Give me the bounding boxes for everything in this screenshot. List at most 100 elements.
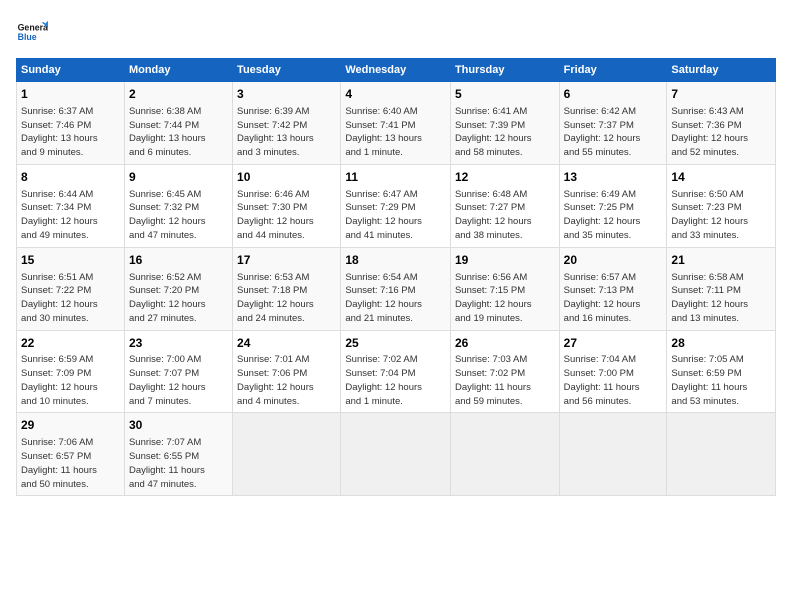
day-info: Sunrise: 6:50 AM Sunset: 7:23 PM Dayligh… [671, 188, 771, 243]
day-info: Sunrise: 7:07 AM Sunset: 6:55 PM Dayligh… [129, 436, 228, 491]
day-info: Sunrise: 6:40 AM Sunset: 7:41 PM Dayligh… [345, 105, 446, 160]
day-number: 19 [455, 252, 555, 269]
day-number: 17 [237, 252, 336, 269]
day-number: 3 [237, 86, 336, 103]
logo-icon: General Blue [16, 16, 48, 48]
day-info: Sunrise: 6:56 AM Sunset: 7:15 PM Dayligh… [455, 271, 555, 326]
calendar-cell: 26Sunrise: 7:03 AM Sunset: 7:02 PM Dayli… [450, 330, 559, 413]
calendar-cell: 16 Sunrise: 6:52 AM Sunset: 7:20 PM Dayli… [124, 247, 232, 330]
calendar-cell: 4 Sunrise: 6:40 AM Sunset: 7:41 PM Daylig… [341, 82, 451, 165]
calendar-cell: 24Sunrise: 7:01 AM Sunset: 7:06 PM Dayli… [233, 330, 341, 413]
column-header-wednesday: Wednesday [341, 59, 451, 82]
calendar-cell: 2Sunrise: 6:38 AM Sunset: 7:44 PM Daylig… [124, 82, 232, 165]
day-number: 13 [564, 169, 663, 186]
calendar-cell [559, 413, 667, 496]
svg-text:General: General [18, 22, 48, 32]
day-info: Sunrise: 6:53 AM Sunset: 7:18 PM Dayligh… [237, 271, 336, 326]
calendar-cell: 12 Sunrise: 6:48 AM Sunset: 7:27 PM Dayli… [450, 164, 559, 247]
day-number: 20 [564, 252, 663, 269]
calendar-week-row: 22Sunrise: 6:59 AM Sunset: 7:09 PM Dayli… [17, 330, 776, 413]
day-number: 25 [345, 335, 446, 352]
column-header-friday: Friday [559, 59, 667, 82]
calendar-cell: 23Sunrise: 7:00 AM Sunset: 7:07 PM Dayli… [124, 330, 232, 413]
day-info: Sunrise: 6:43 AM Sunset: 7:36 PM Dayligh… [671, 105, 771, 160]
day-info: Sunrise: 6:52 AM Sunset: 7:20 PM Dayligh… [129, 271, 228, 326]
day-info: Sunrise: 7:06 AM Sunset: 6:57 PM Dayligh… [21, 436, 120, 491]
logo: General Blue [16, 16, 48, 48]
day-number: 24 [237, 335, 336, 352]
day-number: 16 [129, 252, 228, 269]
calendar-cell: 14 Sunrise: 6:50 AM Sunset: 7:23 PM Dayli… [667, 164, 776, 247]
column-header-sunday: Sunday [17, 59, 125, 82]
calendar-header-row: SundayMondayTuesdayWednesdayThursdayFrid… [17, 59, 776, 82]
day-number: 8 [21, 169, 120, 186]
calendar-cell: 3Sunrise: 6:39 AM Sunset: 7:42 PM Daylig… [233, 82, 341, 165]
day-info: Sunrise: 6:41 AM Sunset: 7:39 PM Dayligh… [455, 105, 555, 160]
page-header: General Blue [16, 16, 776, 48]
day-number: 1 [21, 86, 120, 103]
day-number: 18 [345, 252, 446, 269]
calendar-cell: 5 Sunrise: 6:41 AM Sunset: 7:39 PM Daylig… [450, 82, 559, 165]
column-header-saturday: Saturday [667, 59, 776, 82]
day-number: 30 [129, 417, 228, 434]
day-number: 11 [345, 169, 446, 186]
calendar-cell: 27Sunrise: 7:04 AM Sunset: 7:00 PM Dayli… [559, 330, 667, 413]
day-info: Sunrise: 6:48 AM Sunset: 7:27 PM Dayligh… [455, 188, 555, 243]
calendar-cell: 22Sunrise: 6:59 AM Sunset: 7:09 PM Dayli… [17, 330, 125, 413]
calendar-cell: 28Sunrise: 7:05 AM Sunset: 6:59 PM Dayli… [667, 330, 776, 413]
calendar-cell: 7 Sunrise: 6:43 AM Sunset: 7:36 PM Daylig… [667, 82, 776, 165]
calendar-cell: 9 Sunrise: 6:45 AM Sunset: 7:32 PM Daylig… [124, 164, 232, 247]
calendar-week-row: 8 Sunrise: 6:44 AM Sunset: 7:34 PM Daylig… [17, 164, 776, 247]
day-number: 15 [21, 252, 120, 269]
calendar-cell: 1 Sunrise: 6:37 AM Sunset: 7:46 PM Daylig… [17, 82, 125, 165]
calendar-week-row: 1 Sunrise: 6:37 AM Sunset: 7:46 PM Daylig… [17, 82, 776, 165]
day-info: Sunrise: 6:47 AM Sunset: 7:29 PM Dayligh… [345, 188, 446, 243]
calendar-cell: 20 Sunrise: 6:57 AM Sunset: 7:13 PM Dayli… [559, 247, 667, 330]
day-number: 12 [455, 169, 555, 186]
day-number: 23 [129, 335, 228, 352]
day-info: Sunrise: 7:04 AM Sunset: 7:00 PM Dayligh… [564, 353, 663, 408]
day-info: Sunrise: 6:49 AM Sunset: 7:25 PM Dayligh… [564, 188, 663, 243]
calendar-cell: 15 Sunrise: 6:51 AM Sunset: 7:22 PM Dayli… [17, 247, 125, 330]
svg-text:Blue: Blue [18, 32, 37, 42]
calendar-cell: 13 Sunrise: 6:49 AM Sunset: 7:25 PM Dayli… [559, 164, 667, 247]
day-number: 5 [455, 86, 555, 103]
day-number: 29 [21, 417, 120, 434]
day-number: 21 [671, 252, 771, 269]
calendar-cell: 25Sunrise: 7:02 AM Sunset: 7:04 PM Dayli… [341, 330, 451, 413]
day-info: Sunrise: 6:57 AM Sunset: 7:13 PM Dayligh… [564, 271, 663, 326]
day-number: 4 [345, 86, 446, 103]
calendar-cell [450, 413, 559, 496]
day-number: 9 [129, 169, 228, 186]
day-number: 10 [237, 169, 336, 186]
day-info: Sunrise: 7:02 AM Sunset: 7:04 PM Dayligh… [345, 353, 446, 408]
calendar-cell [341, 413, 451, 496]
calendar-table: SundayMondayTuesdayWednesdayThursdayFrid… [16, 58, 776, 496]
calendar-week-row: 29 Sunrise: 7:06 AM Sunset: 6:57 PM Dayli… [17, 413, 776, 496]
day-info: Sunrise: 7:00 AM Sunset: 7:07 PM Dayligh… [129, 353, 228, 408]
calendar-cell: 6Sunrise: 6:42 AM Sunset: 7:37 PM Daylig… [559, 82, 667, 165]
day-number: 2 [129, 86, 228, 103]
calendar-cell: 11 Sunrise: 6:47 AM Sunset: 7:29 PM Dayli… [341, 164, 451, 247]
calendar-cell [667, 413, 776, 496]
day-number: 14 [671, 169, 771, 186]
column-header-monday: Monday [124, 59, 232, 82]
day-info: Sunrise: 6:44 AM Sunset: 7:34 PM Dayligh… [21, 188, 120, 243]
day-number: 7 [671, 86, 771, 103]
day-info: Sunrise: 6:37 AM Sunset: 7:46 PM Dayligh… [21, 105, 120, 160]
calendar-cell: 19 Sunrise: 6:56 AM Sunset: 7:15 PM Dayli… [450, 247, 559, 330]
day-info: Sunrise: 7:05 AM Sunset: 6:59 PM Dayligh… [671, 353, 771, 408]
calendar-cell [233, 413, 341, 496]
day-info: Sunrise: 6:54 AM Sunset: 7:16 PM Dayligh… [345, 271, 446, 326]
calendar-cell: 8 Sunrise: 6:44 AM Sunset: 7:34 PM Daylig… [17, 164, 125, 247]
column-header-thursday: Thursday [450, 59, 559, 82]
day-info: Sunrise: 6:51 AM Sunset: 7:22 PM Dayligh… [21, 271, 120, 326]
day-info: Sunrise: 7:03 AM Sunset: 7:02 PM Dayligh… [455, 353, 555, 408]
day-info: Sunrise: 6:45 AM Sunset: 7:32 PM Dayligh… [129, 188, 228, 243]
calendar-cell: 21Sunrise: 6:58 AM Sunset: 7:11 PM Dayli… [667, 247, 776, 330]
calendar-cell: 18 Sunrise: 6:54 AM Sunset: 7:16 PM Dayli… [341, 247, 451, 330]
day-number: 26 [455, 335, 555, 352]
day-number: 22 [21, 335, 120, 352]
day-info: Sunrise: 6:46 AM Sunset: 7:30 PM Dayligh… [237, 188, 336, 243]
day-info: Sunrise: 7:01 AM Sunset: 7:06 PM Dayligh… [237, 353, 336, 408]
